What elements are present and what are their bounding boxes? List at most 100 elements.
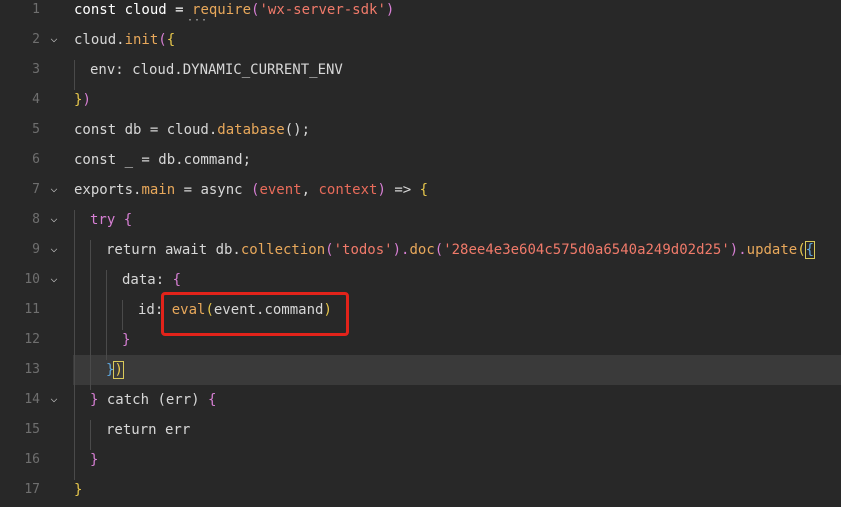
code-token: } (74, 482, 83, 498)
code-token: ) (377, 182, 386, 198)
code-token: doc (409, 242, 435, 258)
code-token: , (301, 182, 319, 198)
code-token: (err) (157, 392, 209, 408)
code-token: update (746, 242, 798, 258)
code-line-2[interactable]: 2 ⌵ cloud.init({ (0, 27, 841, 57)
code-line-12[interactable]: 12 } (0, 327, 841, 357)
code-text[interactable]: }) (106, 361, 124, 379)
code-token: (); (284, 122, 311, 138)
code-token: context (318, 182, 378, 198)
line-number: 15 (24, 422, 40, 437)
line-number: 17 (24, 482, 40, 497)
code-line-15[interactable]: 15 return err (0, 417, 841, 447)
code-line-1[interactable]: 1 const cloud = require('wx-server-sdk') (0, 0, 841, 27)
code-token: { (804, 241, 816, 259)
code-token: } (90, 392, 107, 408)
line-number: 3 (32, 62, 40, 77)
code-line-10[interactable]: 10 ⌵ data: { (0, 267, 841, 297)
line-number: 13 (24, 362, 40, 377)
code-text[interactable]: const db = cloud.database(); (74, 122, 310, 138)
code-text[interactable]: const cloud = require('wx-server-sdk') (74, 2, 394, 18)
fold-chevron-icon[interactable]: ⌵ (47, 31, 61, 45)
line-number: 2 (32, 32, 40, 47)
code-token: } (122, 332, 131, 348)
code-token: ) (82, 92, 91, 108)
code-token: exports. (74, 182, 142, 198)
code-token: ) (113, 361, 124, 379)
code-text[interactable]: data: { (122, 272, 181, 288)
code-token: { (419, 182, 429, 198)
code-token: try (90, 212, 124, 228)
code-token: data: (122, 272, 173, 288)
code-line-4[interactable]: 4 }) (0, 87, 841, 117)
line-number: 5 (32, 122, 40, 137)
code-token: ). (729, 242, 747, 258)
code-token: '28ee4e3e604c575d0a6540a249d02d25' (443, 242, 730, 258)
line-number: 4 (32, 92, 40, 107)
code-text[interactable]: exports.main = async (event, context) =>… (74, 182, 428, 198)
code-token: } (90, 452, 99, 468)
code-token: const db = cloud. (74, 122, 218, 138)
code-token: { (172, 272, 182, 288)
code-text[interactable]: return await db.collection('todos').doc(… (106, 241, 816, 259)
code-token: const _ = db.command; (74, 152, 252, 168)
hover-dots: ··· (187, 15, 209, 26)
code-token: return await db. (106, 242, 241, 258)
code-line-13[interactable]: 13 }) (0, 357, 841, 387)
line-number: 16 (24, 452, 40, 467)
code-token: init (124, 32, 159, 48)
code-line-5[interactable]: 5 const db = cloud.database(); (0, 117, 841, 147)
code-text[interactable]: } (74, 482, 82, 498)
code-token: 'wx-server-sdk' (259, 2, 386, 18)
fold-chevron-icon[interactable]: ⌵ (47, 211, 61, 225)
fold-chevron-icon[interactable]: ⌵ (47, 271, 61, 285)
code-token: database (217, 122, 285, 138)
line-number: 11 (24, 302, 40, 317)
code-line-7[interactable]: 7 ⌵ exports.main = async (event, context… (0, 177, 841, 207)
line-number: 1 (32, 2, 40, 17)
line-number: 9 (32, 242, 40, 257)
code-text[interactable]: } (90, 452, 98, 468)
fold-chevron-icon[interactable]: ⌵ (47, 391, 61, 405)
line-number: 14 (24, 392, 40, 407)
code-text[interactable]: env: cloud.DYNAMIC_CURRENT_ENV (90, 62, 343, 78)
code-text[interactable]: return err (106, 422, 190, 438)
line-number: 6 (32, 152, 40, 167)
code-line-11[interactable]: 11 id: eval(event.command) (0, 297, 841, 327)
line-number: 8 (32, 212, 40, 227)
code-text[interactable]: } (122, 332, 130, 348)
code-editor[interactable]: 1 const cloud = require('wx-server-sdk')… (0, 0, 841, 499)
code-line-9[interactable]: 9 ⌵ return await db.collection('todos').… (0, 237, 841, 267)
code-token: event (259, 182, 302, 198)
code-token: main (141, 182, 176, 198)
code-line-6[interactable]: 6 const _ = db.command; (0, 147, 841, 177)
code-token: => (385, 182, 420, 198)
code-token: { (208, 392, 217, 408)
code-line-14[interactable]: 14 ⌵ } catch (err) { (0, 387, 841, 417)
code-text[interactable]: }) (74, 92, 91, 108)
code-token: ). (392, 242, 410, 258)
code-line-17[interactable]: 17 } (0, 477, 841, 507)
code-token: 'todos' (333, 242, 393, 258)
code-text[interactable]: } catch (err) { (90, 392, 216, 408)
code-token: ( (158, 32, 167, 48)
code-token: env: cloud.DYNAMIC_CURRENT_ENV (90, 62, 343, 78)
code-line-16[interactable]: 16 } (0, 447, 841, 477)
code-token: { (166, 32, 176, 48)
line-number: 12 (24, 332, 40, 347)
fold-chevron-icon[interactable]: ⌵ (47, 241, 61, 255)
fold-chevron-icon[interactable]: ⌵ (47, 181, 61, 195)
code-line-3[interactable]: 3 env: cloud.DYNAMIC_CURRENT_ENV (0, 57, 841, 87)
code-text[interactable]: cloud.init({ (74, 32, 175, 48)
code-token: { (123, 212, 133, 228)
code-line-8[interactable]: 8 ⌵ try { (0, 207, 841, 237)
code-token: catch (106, 392, 158, 408)
code-token: ( (325, 242, 334, 258)
code-token: cloud. (74, 32, 125, 48)
code-text[interactable]: const _ = db.command; (74, 152, 251, 168)
code-token: collection (240, 242, 326, 258)
code-token: ( (434, 242, 444, 258)
code-token: return err (106, 422, 191, 438)
code-token: ( (797, 242, 806, 258)
code-text[interactable]: try { (90, 212, 132, 228)
